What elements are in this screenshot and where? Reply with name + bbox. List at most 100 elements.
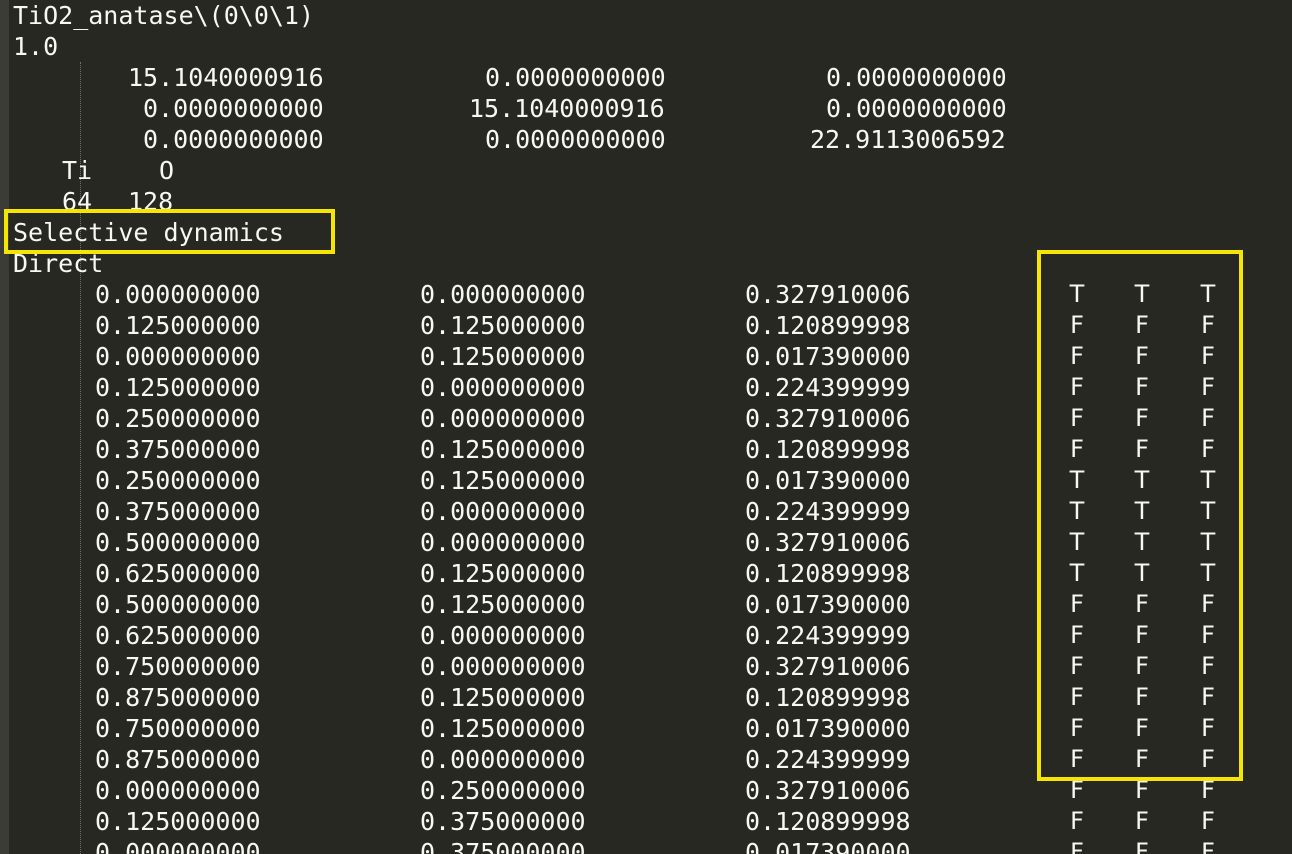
coord-y: 0.000000000 [420,497,586,526]
flag-y: F [1135,807,1149,835]
flag-z: T [1200,559,1216,587]
position-row: 0.750000000 0.000000000 0.327910006 F F … [0,651,1215,682]
coord-z: 0.120899998 [745,807,911,836]
flag-x: F [1070,652,1084,680]
species-count: 64 [62,187,93,216]
lattice-value: 0.0000000000 [485,63,666,92]
position-row: 0.000000000 0.125000000 0.017390000 F F … [0,341,1215,372]
coord-z: 0.327910006 [745,404,911,433]
coord-y: 0.000000000 [420,621,586,650]
coord-y: 0.000000000 [420,745,586,774]
coord-y: 0.125000000 [420,683,586,712]
coord-mode-line: Direct [0,248,103,279]
coord-x: 0.500000000 [95,528,261,557]
coord-y: 0.000000000 [420,373,586,402]
flag-y: T [1134,528,1150,556]
line-title: TiO2_anatase\(0\0\1) [0,0,314,31]
coord-z: 0.017390000 [745,342,911,371]
coord-x: 0.000000000 [95,280,261,309]
flag-z: T [1200,466,1216,494]
coord-x: 0.125000000 [95,373,261,402]
lattice-value: 15.1040000916 [469,94,665,123]
coord-y: 0.125000000 [420,311,586,340]
position-row: 0.625000000 0.125000000 0.120899998 T T … [0,558,1215,589]
flag-z: F [1201,745,1215,773]
flag-z: F [1201,714,1215,742]
flag-x: T [1069,497,1085,525]
coord-y: 0.000000000 [420,652,586,681]
coord-z: 0.017390000 [745,466,911,495]
text-editor[interactable]: TiO2_anatase\(0\0\1) 1.0 15.1040000916 0… [0,0,1292,854]
coord-y: 0.375000000 [420,807,586,836]
lattice-vector-row: 0.0000000000 0.0000000000 22.9113006592 [0,124,1006,155]
coord-x: 0.625000000 [95,559,261,588]
coord-y: 0.125000000 [420,714,586,743]
flag-y: F [1135,838,1149,854]
flag-x: T [1069,559,1085,587]
flag-x: F [1070,621,1084,649]
selective-dynamics-line: Selective dynamics [0,217,284,248]
position-row: 0.375000000 0.000000000 0.224399999 T T … [0,496,1215,527]
flag-z: F [1201,590,1215,618]
position-row: 0.875000000 0.000000000 0.224399999 F F … [0,744,1215,775]
coord-x: 0.000000000 [95,342,261,371]
position-row: 0.250000000 0.000000000 0.327910006 F F … [0,403,1215,434]
flag-y: F [1135,683,1149,711]
coord-z: 0.120899998 [745,435,911,464]
flag-x: F [1070,373,1084,401]
coord-z: 0.120899998 [745,311,911,340]
coord-z: 0.327910006 [745,652,911,681]
scale-factor: 1.0 [13,32,59,61]
coord-z: 0.327910006 [745,280,911,309]
flag-z: F [1201,838,1215,854]
flag-z: F [1201,621,1215,649]
flag-x: F [1070,807,1084,835]
position-row: 0.875000000 0.125000000 0.120899998 F F … [0,682,1215,713]
flag-z: F [1201,311,1215,339]
coord-x: 0.750000000 [95,714,261,743]
coord-z: 0.327910006 [745,528,911,557]
flag-y: F [1135,714,1149,742]
position-row: 0.125000000 0.125000000 0.120899998 F F … [0,310,1215,341]
flag-x: T [1069,466,1085,494]
flag-z: F [1201,776,1215,804]
position-row: 0.250000000 0.125000000 0.017390000 T T … [0,465,1215,496]
coord-z: 0.224399999 [745,621,911,650]
position-row: 0.500000000 0.000000000 0.327910006 T T … [0,527,1215,558]
flag-y: F [1135,745,1149,773]
flag-x: T [1069,280,1085,308]
flag-z: F [1201,807,1215,835]
coord-z: 0.120899998 [745,559,911,588]
coord-z: 0.224399999 [745,373,911,402]
flag-y: F [1135,404,1149,432]
flag-z: T [1200,528,1216,556]
coord-y: 0.250000000 [420,776,586,805]
coord-x: 0.250000000 [95,404,261,433]
flag-x: F [1070,404,1084,432]
coord-x: 0.875000000 [95,683,261,712]
flag-z: F [1201,404,1215,432]
flag-x: F [1070,745,1084,773]
position-row: 0.500000000 0.125000000 0.017390000 F F … [0,589,1215,620]
lattice-value: 15.1040000916 [128,63,324,92]
position-row: 0.375000000 0.125000000 0.120899998 F F … [0,434,1215,465]
coord-y: 0.125000000 [420,466,586,495]
flag-y: F [1135,373,1149,401]
coord-x: 0.125000000 [95,807,261,836]
flag-z: F [1201,435,1215,463]
lattice-value: 0.0000000000 [143,125,324,154]
coord-y: 0.125000000 [420,342,586,371]
position-row: 0.125000000 0.000000000 0.224399999 F F … [0,372,1215,403]
coord-y: 0.000000000 [420,528,586,557]
flag-x: T [1069,528,1085,556]
position-row: 0.125000000 0.375000000 0.120899998 F F … [0,806,1215,837]
coordinate-mode: Direct [13,249,104,278]
coord-x: 0.500000000 [95,590,261,619]
flag-y: F [1135,776,1149,804]
coord-x: 0.125000000 [95,311,261,340]
coord-x: 0.375000000 [95,435,261,464]
lattice-value: 0.0000000000 [826,94,1007,123]
coord-z: 0.327910006 [745,776,911,805]
line-scale: 1.0 [0,31,60,62]
species-name: Ti [62,156,93,185]
